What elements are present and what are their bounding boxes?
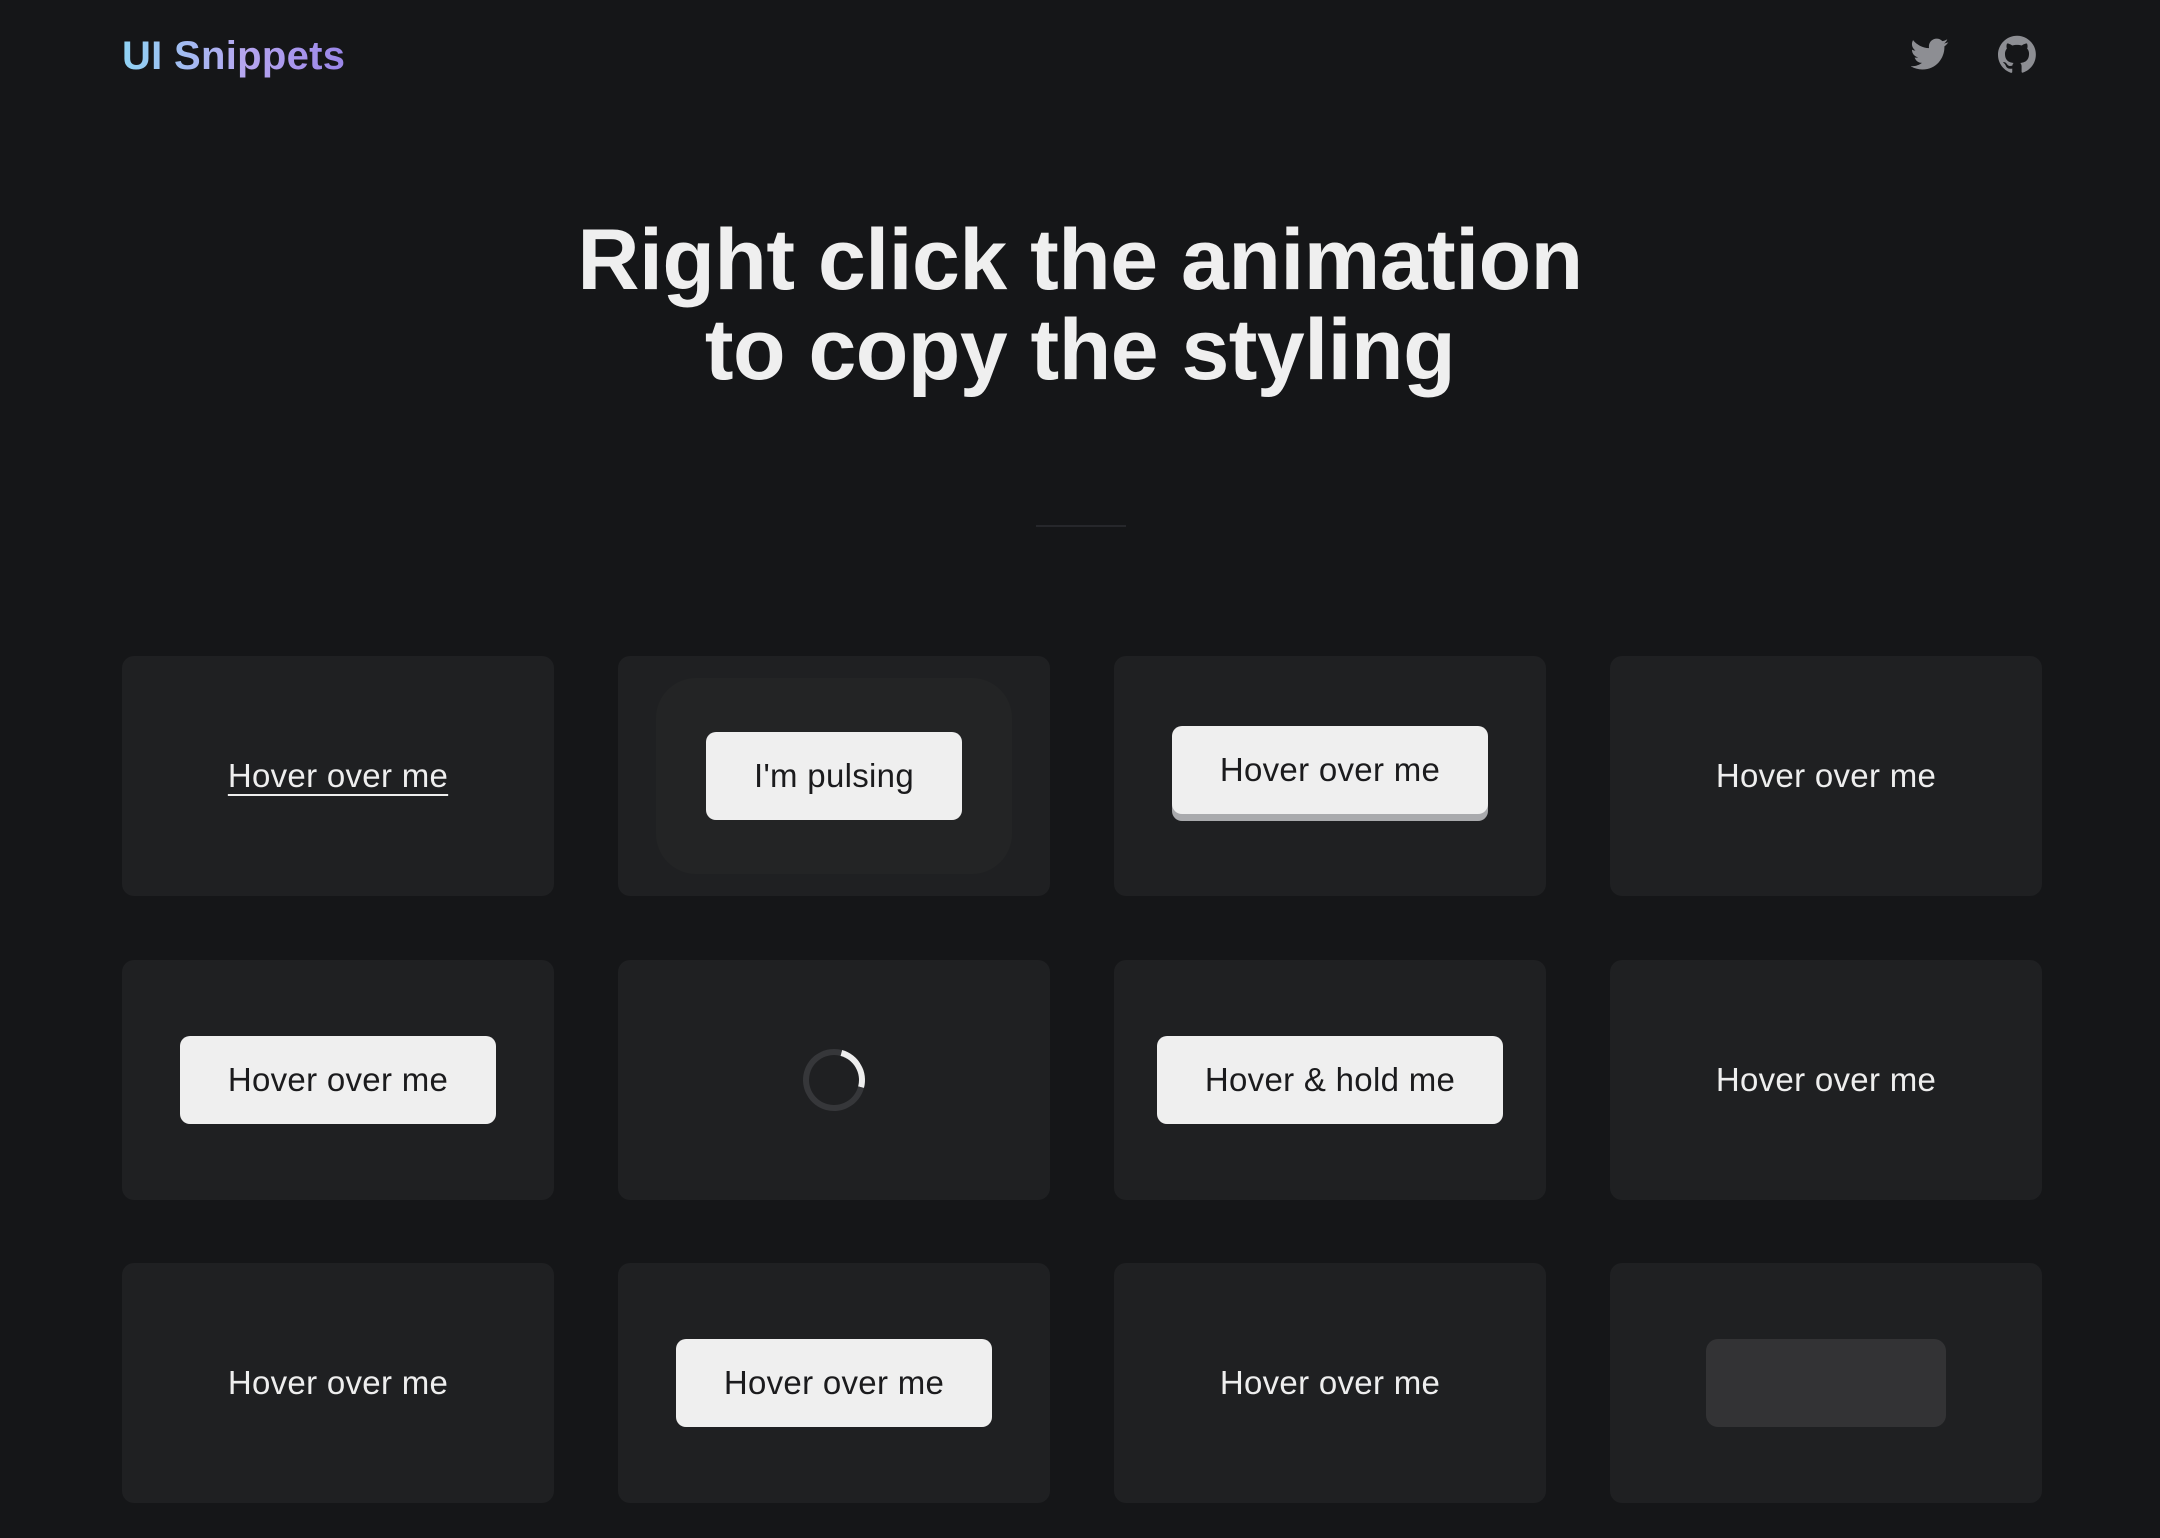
hover-link-highlight-label: Hover over me: [1715, 757, 1937, 794]
top-bar: UI Snippets: [0, 0, 2160, 120]
snippet-card-4: Hover over me: [1610, 656, 2042, 896]
ghost-button[interactable]: [1706, 1339, 1946, 1427]
logo[interactable]: UI Snippets: [122, 34, 345, 79]
hover-text[interactable]: Hover over me: [1716, 1061, 1936, 1099]
loading-spinner-icon: [791, 1037, 877, 1123]
pressable-button[interactable]: Hover over me: [1172, 726, 1488, 814]
snippet-card-12: [1610, 1263, 2042, 1503]
hero-line-2: to copy the styling: [704, 302, 1456, 398]
snippet-card-1: Hover over me: [122, 656, 554, 896]
snippet-card-6: [618, 960, 1050, 1200]
twitter-icon[interactable]: [1908, 32, 1952, 76]
snippet-card-3: Hover over me: [1114, 656, 1546, 896]
snippet-card-2: I'm pulsing: [618, 656, 1050, 896]
hover-link-underline[interactable]: Hover over me: [228, 757, 448, 795]
github-icon[interactable]: [1995, 32, 2039, 76]
snippet-card-8: Hover over me: [1610, 960, 2042, 1200]
snippet-card-11: Hover over me: [1114, 1263, 1546, 1503]
hero-title: Right click the animation to copy the st…: [0, 215, 2160, 395]
hover-button[interactable]: Hover over me: [676, 1339, 992, 1427]
hero-line-1: Right click the animation: [577, 212, 1583, 308]
hover-link-highlight[interactable]: Hover over me: [1715, 757, 1937, 797]
hover-button[interactable]: Hover over me: [180, 1036, 496, 1124]
divider: [1036, 525, 1126, 527]
snippet-card-7: Hover & hold me: [1114, 960, 1546, 1200]
snippet-card-5: Hover over me: [122, 960, 554, 1200]
hover-hold-button[interactable]: Hover & hold me: [1157, 1036, 1503, 1124]
hover-text[interactable]: Hover over me: [228, 1364, 448, 1402]
hover-text[interactable]: Hover over me: [1220, 1364, 1440, 1402]
pulsing-button[interactable]: I'm pulsing: [706, 732, 962, 820]
snippet-card-9: Hover over me: [122, 1263, 554, 1503]
snippet-card-10: Hover over me: [618, 1263, 1050, 1503]
